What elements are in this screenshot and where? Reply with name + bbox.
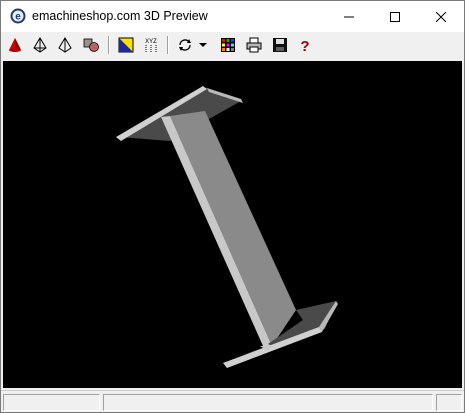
close-button[interactable] — [418, 1, 464, 32]
emachineshop-logo-icon: e — [10, 8, 26, 24]
wireframe-pyramid-icon — [33, 37, 47, 53]
shapes-icon — [83, 38, 99, 52]
title-bar[interactable]: e emachineshop.com 3D Preview — [1, 1, 464, 32]
xyz-axes-icon: XYZ — [145, 39, 157, 52]
rotate-button[interactable] — [175, 35, 195, 55]
dropdown-arrow-icon — [199, 43, 207, 47]
print-button[interactable] — [244, 35, 264, 55]
status-pane-1 — [3, 394, 100, 411]
axes-button[interactable]: XYZ — [141, 35, 161, 55]
question-mark-icon: ? — [300, 38, 309, 53]
floppy-disk-icon — [273, 38, 287, 52]
status-pane-2 — [103, 394, 433, 411]
red-cone-icon — [9, 38, 21, 52]
toolbar: XYZ ? — [1, 32, 464, 58]
window-title: emachineshop.com 3D Preview — [32, 9, 208, 23]
toolbar-separator — [167, 36, 169, 54]
status-pane-3 — [436, 394, 462, 411]
web-front-face — [170, 111, 296, 346]
wireframe-view-button[interactable] — [30, 35, 50, 55]
close-icon — [436, 11, 446, 22]
rotate-arrows-icon — [179, 39, 191, 51]
toolbar-separator — [108, 36, 110, 54]
maximize-button[interactable] — [372, 1, 418, 32]
minimize-icon — [344, 16, 354, 17]
svg-text:XYZ: XYZ — [145, 39, 157, 45]
svg-text:?: ? — [300, 38, 309, 53]
background-color-button[interactable] — [116, 35, 136, 55]
i-beam-3d-model[interactable] — [3, 61, 462, 388]
save-button[interactable] — [270, 35, 290, 55]
status-bar — [1, 390, 464, 412]
shaded-view-button[interactable] — [5, 35, 25, 55]
preview-window: e emachineshop.com 3D Preview XYZ ? — [0, 0, 465, 413]
hidden-line-view-button[interactable] — [55, 35, 75, 55]
materials-button[interactable] — [81, 35, 101, 55]
svg-text:e: e — [15, 12, 21, 23]
maximize-icon — [390, 11, 400, 22]
help-button[interactable]: ? — [295, 35, 315, 55]
rotate-dropdown-button[interactable] — [197, 35, 209, 55]
3d-viewport[interactable] — [3, 61, 462, 388]
minimize-button[interactable] — [326, 1, 372, 32]
palette-button[interactable] — [218, 35, 238, 55]
outline-pyramid-icon — [58, 37, 72, 53]
color-square-icon — [118, 37, 134, 53]
color-grid-icon — [221, 38, 235, 52]
printer-icon — [246, 37, 262, 53]
